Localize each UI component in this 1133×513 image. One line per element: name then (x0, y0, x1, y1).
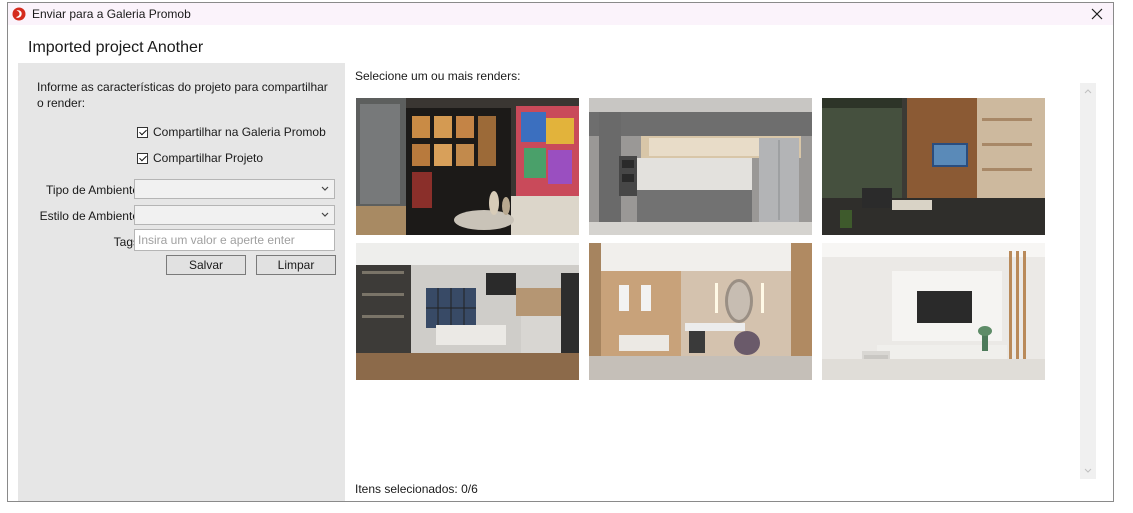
share-project-label: Compartilhar Projeto (153, 151, 264, 165)
close-button[interactable] (1087, 5, 1107, 23)
title-bar: Enviar para a Galeria Promob (8, 3, 1113, 25)
chevron-up-icon (1084, 89, 1092, 94)
render-image-open-kitchen (356, 243, 579, 380)
ambient-style-select[interactable] (134, 205, 335, 225)
render-thumbnail-4[interactable] (356, 243, 579, 380)
ambient-style-label: Estilo de Ambiente (39, 209, 139, 223)
ambient-type-select[interactable] (134, 179, 335, 199)
render-thumbnail-3[interactable] (822, 98, 1045, 235)
vertical-scrollbar[interactable] (1080, 83, 1096, 479)
chevron-down-icon (321, 212, 329, 217)
render-image-gray-kitchen (589, 98, 812, 235)
scroll-down-button[interactable] (1080, 467, 1096, 477)
render-image-kitchen-shelves (356, 98, 579, 235)
save-button[interactable]: Salvar (166, 255, 246, 275)
scroll-up-button[interactable] (1080, 87, 1096, 97)
clear-button[interactable]: Limpar (256, 255, 336, 275)
render-image-hallway-vanity (589, 243, 812, 380)
promob-logo-icon (12, 7, 26, 21)
render-image-white-living (822, 243, 1045, 380)
chevron-down-icon (1084, 468, 1092, 473)
selection-status: Itens selecionados: 0/6 (355, 482, 478, 496)
window-title: Enviar para a Galeria Promob (32, 7, 191, 21)
project-form-panel: Informe as características do projeto pa… (18, 63, 345, 501)
checkbox-checked-icon[interactable] (137, 126, 148, 138)
render-thumbnail-5[interactable] (589, 243, 812, 380)
share-project-checkbox[interactable]: Compartilhar Projeto (137, 151, 263, 165)
checkbox-checked-icon[interactable] (137, 152, 148, 164)
form-instructions: Informe as características do projeto pa… (37, 80, 328, 110)
ambient-type-label: Tipo de Ambiente (46, 183, 139, 197)
share-gallery-label: Compartilhar na Galeria Promob (153, 125, 326, 139)
chevron-down-icon (321, 186, 329, 191)
renders-header: Selecione um ou mais renders: (355, 69, 521, 83)
render-thumbnail-2[interactable] (589, 98, 812, 235)
render-thumbnail-1[interactable] (356, 98, 579, 235)
render-thumbnail-6[interactable] (822, 243, 1045, 380)
project-title: Imported project Another (28, 39, 204, 56)
share-gallery-checkbox[interactable]: Compartilhar na Galeria Promob (137, 125, 326, 139)
tags-input[interactable] (134, 229, 335, 251)
dialog-window: Enviar para a Galeria Promob Imported pr… (7, 2, 1114, 502)
close-icon (1091, 8, 1103, 20)
render-image-living-room (822, 98, 1045, 235)
